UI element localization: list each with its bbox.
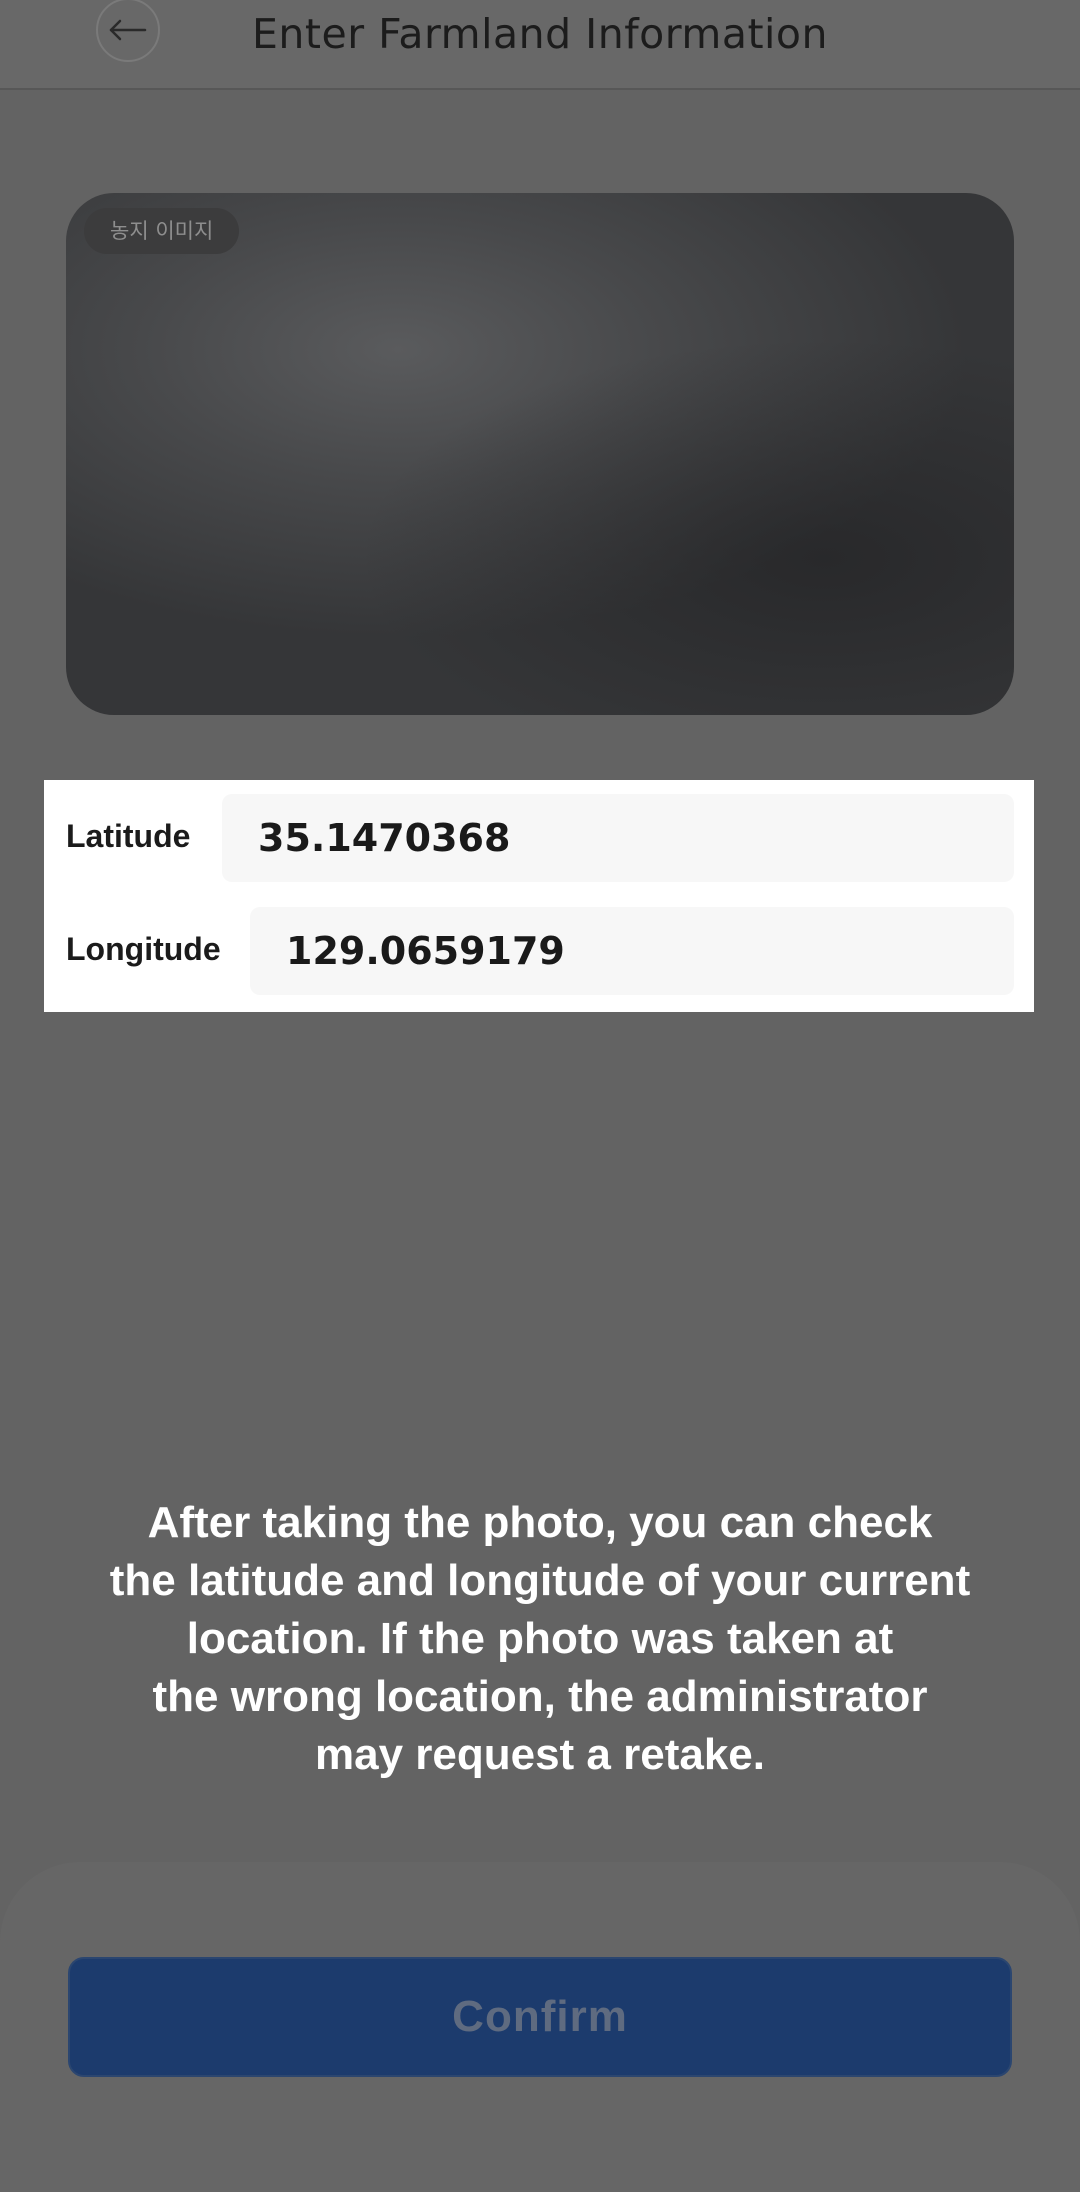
location-notice: After taking the photo, you can check th… — [109, 1498, 971, 1779]
photo-badge: 농지 이미지 — [84, 208, 240, 254]
farmland-photo[interactable]: 농지 이미지 — [66, 193, 1014, 715]
page-title: Enter Farmland Information — [252, 10, 828, 58]
app-header: Enter Farmland Information — [0, 0, 1080, 90]
longitude-field[interactable]: 129.0659179 — [250, 907, 1014, 995]
latitude-field[interactable]: 35.1470368 — [222, 794, 1014, 882]
longitude-label: Longitude — [66, 931, 221, 967]
coordinates-panel: Latitude 35.1470368 Longitude 129.065917… — [44, 780, 1034, 1012]
confirm-button[interactable]: Confirm — [68, 1957, 1012, 2077]
latitude-label: Latitude — [66, 818, 191, 854]
